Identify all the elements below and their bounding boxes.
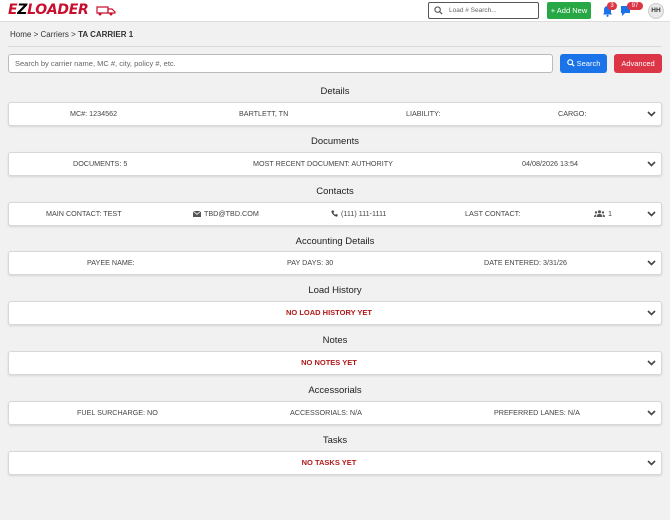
fuel-surcharge: FUEL SURCHARGE: NO (77, 408, 158, 417)
section-title-accounting: Accounting Details (295, 236, 375, 247)
payee-name: PAYEE NAME: (87, 258, 135, 267)
date-entered: DATE ENTERED: 3/31/26 (484, 258, 567, 267)
chevron-down-icon[interactable] (647, 211, 656, 217)
accounting-card[interactable]: PAYEE NAME: PAY DAYS: 30 DATE ENTERED: 3… (8, 251, 662, 275)
breadcrumb-current: TA CARRIER 1 (78, 30, 134, 39)
envelope-icon (192, 210, 202, 217)
section-title-notes: Notes (322, 335, 348, 346)
breadcrumb-separator: > (71, 30, 76, 39)
section-title-documents: Documents (310, 136, 360, 147)
section-title-tasks: Tasks (322, 435, 348, 446)
ezloader-logo[interactable]: EZLOADER (8, 2, 118, 19)
contact-phone[interactable]: (111) 111-1111 (331, 203, 386, 225)
chevron-down-icon[interactable] (647, 111, 656, 117)
carrier-search-input[interactable] (8, 54, 553, 73)
documents-card[interactable]: DOCUMENTS: 5 MOST RECENT DOCUMENT: AUTHO… (8, 152, 662, 176)
notes-empty-message: NO NOTES YET (301, 358, 357, 367)
load-search-box[interactable] (428, 2, 539, 19)
breadcrumb-home[interactable]: Home (10, 30, 31, 39)
search-icon (434, 6, 443, 15)
accessorials-value: ACCESSORIALS: N/A (290, 408, 362, 417)
divider (8, 46, 662, 47)
load-history-card[interactable]: NO LOAD HISTORY YET (8, 301, 662, 325)
most-recent-document: MOST RECENT DOCUMENT: AUTHORITY (253, 159, 393, 168)
chevron-down-icon[interactable] (647, 260, 656, 266)
preferred-lanes: PREFERRED LANES: N/A (494, 408, 580, 417)
section-title-contacts: Contacts (316, 186, 354, 197)
search-button[interactable]: Search (560, 54, 607, 73)
truck-icon (96, 6, 116, 16)
chevron-down-icon[interactable] (647, 410, 656, 416)
details-card[interactable]: MC#: 1234562 BARTLETT, TN LIABILITY: CAR… (8, 102, 662, 126)
chevron-down-icon[interactable] (647, 360, 656, 366)
tasks-empty-message: NO TASKS YET (301, 458, 357, 467)
chevron-down-icon[interactable] (647, 161, 656, 167)
main-contact: MAIN CONTACT: TEST (46, 209, 122, 218)
contacts-people-count: 1 (594, 203, 612, 225)
phone-icon (331, 210, 338, 217)
search-icon (566, 59, 575, 67)
add-new-button[interactable]: + Add New (547, 2, 591, 19)
message-count-badge: 97 (627, 2, 643, 10)
advanced-search-button[interactable]: Advanced (614, 54, 662, 73)
load-search-input[interactable] (449, 4, 537, 17)
accessorials-card[interactable]: FUEL SURCHARGE: NO ACCESSORIALS: N/A PRE… (8, 401, 662, 425)
chevron-down-icon[interactable] (647, 460, 656, 466)
notes-card[interactable]: NO NOTES YET (8, 351, 662, 375)
breadcrumb: Home > Carriers > TA CARRIER 1 (10, 30, 133, 39)
last-contact: LAST CONTACT: (465, 209, 521, 218)
contact-email[interactable]: TBD@TBD.COM (192, 203, 259, 225)
carrier-location: BARTLETT, TN (239, 109, 289, 118)
top-bar: EZLOADER + Add New 3 97 HH (0, 0, 670, 22)
users-icon (594, 210, 605, 217)
logo-text: EZLOADER (8, 2, 89, 18)
load-history-empty-message: NO LOAD HISTORY YET (286, 308, 372, 317)
breadcrumb-separator: > (33, 30, 39, 39)
contacts-card[interactable]: MAIN CONTACT: TEST TBD@TBD.COM (111) 111… (8, 202, 662, 226)
cargo-label: CARGO: (558, 109, 587, 118)
tasks-card[interactable]: NO TASKS YET (8, 451, 662, 475)
liability-label: LIABILITY: (406, 109, 441, 118)
document-date: 04/08/2026 13:54 (522, 159, 578, 168)
mc-number: MC#: 1234562 (70, 109, 118, 118)
section-title-load-history: Load History (308, 285, 362, 296)
chevron-down-icon[interactable] (647, 310, 656, 316)
notification-count-badge: 3 (607, 2, 617, 10)
section-title-accessorials: Accessorials (308, 385, 362, 396)
documents-count: DOCUMENTS: 5 (73, 159, 128, 168)
section-title-details: Details (320, 86, 350, 97)
user-avatar[interactable]: HH (648, 3, 664, 19)
pay-days: PAY DAYS: 30 (287, 258, 334, 267)
breadcrumb-carriers[interactable]: Carriers (40, 30, 68, 39)
